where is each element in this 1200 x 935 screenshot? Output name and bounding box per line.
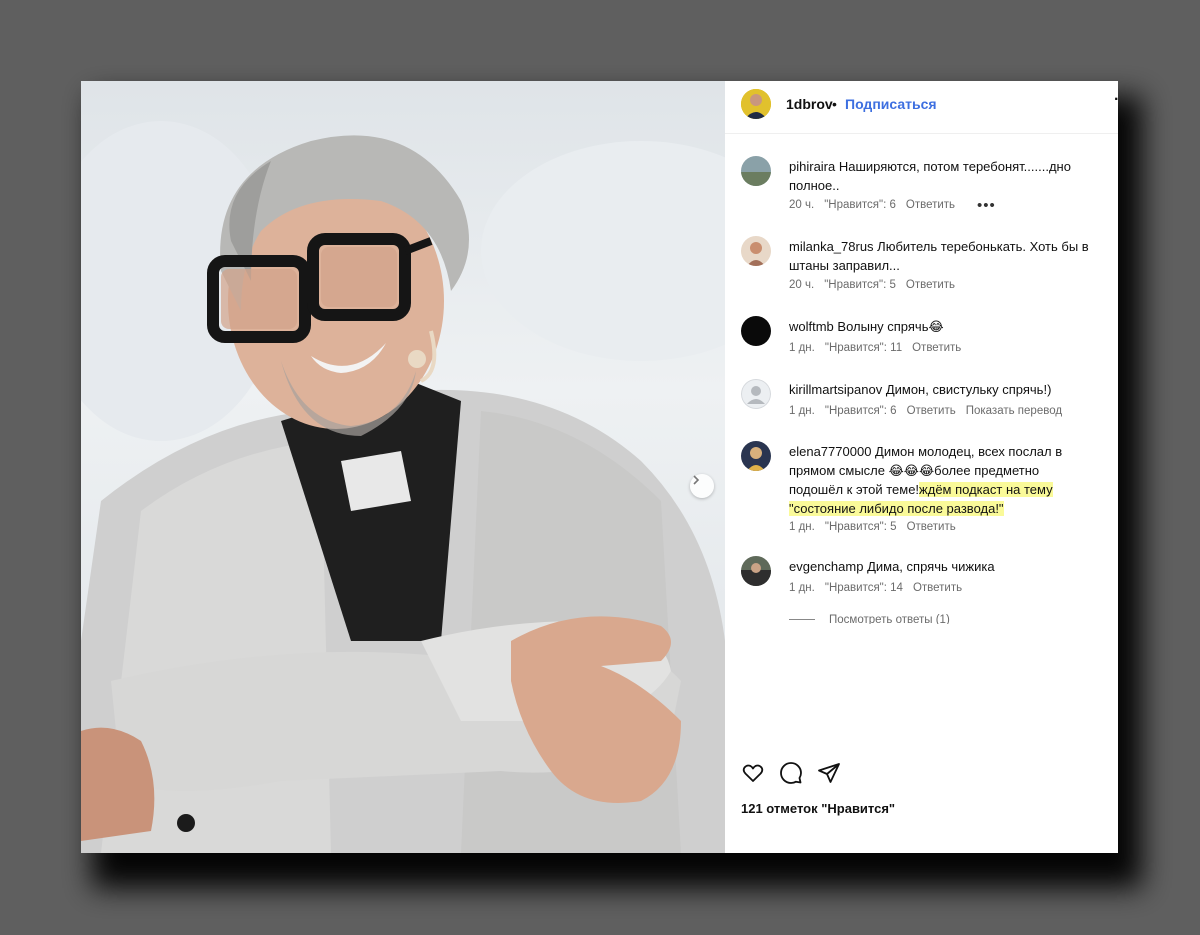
- reply-button[interactable]: Ответить: [906, 199, 955, 211]
- comment-likes[interactable]: "Нравится": 5: [824, 279, 896, 291]
- comment-time[interactable]: 1 дн.: [789, 405, 815, 417]
- commenter-username[interactable]: pihiraira: [789, 159, 835, 174]
- comment-time[interactable]: 20 ч.: [789, 199, 814, 211]
- chevron-right-icon: [693, 475, 700, 485]
- follow-button[interactable]: Подписаться: [845, 96, 937, 112]
- comment-body: Димон, свистульку спрячь!): [885, 382, 1052, 397]
- reply-button[interactable]: Ответить: [907, 405, 956, 417]
- author-avatar[interactable]: [741, 89, 771, 119]
- comment-likes[interactable]: "Нравится": 5: [825, 521, 897, 533]
- reply-button[interactable]: Ответить: [912, 342, 961, 354]
- comment-time[interactable]: 1 дн.: [789, 342, 815, 354]
- send-icon[interactable]: [817, 761, 843, 787]
- default-avatar-icon: [741, 379, 771, 409]
- show-translation-link[interactable]: Показать перевод: [966, 405, 1062, 417]
- commenter-username[interactable]: milanka_78rus: [789, 239, 874, 254]
- post-header: 1dbrov • Подписаться ·: [725, 81, 1118, 134]
- post-window: 1dbrov • Подписаться · pihiraira Наширяю…: [81, 81, 1118, 853]
- commenter-avatar[interactable]: [741, 441, 771, 471]
- post-photo: [81, 81, 725, 853]
- comment-meta: 20 ч. "Нравится": 6 Ответить: [789, 199, 965, 211]
- commenter-avatar[interactable]: [741, 156, 771, 186]
- reply-line: [789, 619, 815, 621]
- comment-likes[interactable]: "Нравится": 14: [825, 582, 903, 594]
- comment-text: elena7770000 Димон молодец, всех послал …: [789, 442, 1069, 518]
- comment-body: Волыну спрячь😂: [837, 319, 944, 334]
- comment-text: pihiraira Наширяются, потом теребонят...…: [789, 157, 1089, 195]
- comment-icon[interactable]: [779, 761, 805, 787]
- comment-time[interactable]: 1 дн.: [789, 582, 815, 594]
- author-username[interactable]: 1dbrov: [786, 96, 833, 112]
- highlighted-text: ждём подкаст на тему: [919, 482, 1053, 497]
- heart-icon[interactable]: [741, 761, 767, 787]
- commenter-username[interactable]: evgenchamp: [789, 559, 863, 574]
- view-replies-label: Посмотреть ответы (1): [829, 614, 950, 624]
- comment-text: evgenchamp Дима, спрячь чижика: [789, 557, 1089, 576]
- commenter-avatar[interactable]: [741, 316, 771, 346]
- commenter-avatar[interactable]: [741, 379, 771, 409]
- comment-time[interactable]: 1 дн.: [789, 521, 815, 533]
- comment-more-icon[interactable]: •••: [977, 197, 996, 214]
- comment-time[interactable]: 20 ч.: [789, 279, 814, 291]
- comment-likes[interactable]: "Нравится": 6: [825, 405, 897, 417]
- commenter-username[interactable]: elena7770000: [789, 444, 871, 459]
- comment-body: Дима, спрячь чижика: [867, 559, 995, 574]
- comment-meta: 1 дн. "Нравится": 14 Ответить: [789, 582, 972, 594]
- comment-meta: 1 дн. "Нравится": 11 Ответить: [789, 342, 971, 354]
- highlighted-text: "состояние либидо после развода!": [789, 501, 1004, 516]
- next-photo-button[interactable]: [690, 474, 714, 498]
- comment-meta: 1 дн. "Нравится": 6 Ответить Показать перев…: [789, 405, 1072, 417]
- photo-illustration: [81, 121, 725, 853]
- reply-button[interactable]: Ответить: [913, 582, 962, 594]
- commenter-username[interactable]: wolftmb: [789, 319, 834, 334]
- commenter-username[interactable]: kirillmartsipanov: [789, 382, 882, 397]
- comment-likes[interactable]: "Нравится": 11: [825, 342, 902, 354]
- comments-panel: 1dbrov • Подписаться · pihiraira Наширяю…: [725, 81, 1118, 853]
- likes-count[interactable]: 121 отметок "Нравится": [741, 801, 895, 816]
- comment-text: wolftmb Волыну спрячь😂: [789, 317, 1089, 336]
- commenter-avatar[interactable]: [741, 236, 771, 266]
- view-replies-link[interactable]: Посмотреть ответы (1): [789, 614, 950, 624]
- more-options-icon[interactable]: ·: [1114, 91, 1118, 109]
- commenter-avatar[interactable]: [741, 556, 771, 586]
- comment-text: kirillmartsipanov Димон, свистульку спря…: [789, 380, 1089, 399]
- comment-meta: 20 ч. "Нравится": 5 Ответить: [789, 279, 965, 291]
- comment-meta: 1 дн. "Нравится": 5 Ответить: [789, 521, 966, 533]
- reply-button[interactable]: Ответить: [907, 521, 956, 533]
- comment-likes[interactable]: "Нравится": 6: [824, 199, 896, 211]
- reply-button[interactable]: Ответить: [906, 279, 955, 291]
- comment-text: milanka_78rus Любитель теребонькать. Хот…: [789, 237, 1089, 275]
- separator-dot: •: [832, 96, 837, 112]
